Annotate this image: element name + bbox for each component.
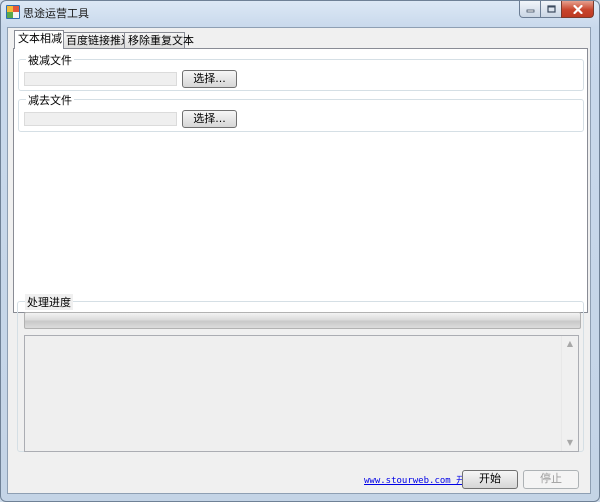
minimize-button[interactable] (519, 1, 541, 18)
close-button[interactable] (561, 1, 594, 18)
maximize-icon (546, 5, 556, 13)
tab-panel-text-subtract: 被减文件 选择... 减去文件 选择... (13, 48, 588, 313)
app-icon (6, 5, 20, 19)
minimize-icon (526, 9, 534, 13)
tab-baidu-link-push[interactable]: 百度链接推送 (62, 32, 132, 48)
scroll-down-icon[interactable]: ▼ (562, 435, 578, 451)
remove-file-path-field[interactable] (24, 112, 177, 126)
title-bar[interactable]: 思途运营工具 (1, 1, 599, 23)
progress-bar (24, 312, 581, 329)
remove-file-label: 减去文件 (26, 92, 74, 108)
log-scrollbar[interactable]: ▲ ▼ (561, 336, 578, 451)
start-button[interactable]: 开始 (462, 470, 518, 489)
remove-file-choose-button[interactable]: 选择... (182, 110, 237, 128)
tab-text-subtract[interactable]: 文本相减 (14, 30, 64, 49)
window-title: 思途运营工具 (23, 7, 89, 20)
maximize-button[interactable] (540, 1, 562, 18)
client-area: 文本相减 百度链接推送 移除重复文本 被减文件 选择... 减去文件 选择...… (7, 27, 591, 494)
app-window: 思途运营工具 文本相减 百度链接推送 移除重复文本 被减文件 选择... 减去文… (0, 0, 600, 502)
scroll-up-icon[interactable]: ▲ (562, 336, 578, 352)
close-icon (572, 4, 583, 14)
source-file-path-field[interactable] (24, 72, 177, 86)
progress-label: 处理进度 (25, 294, 73, 310)
source-file-group: 被减文件 选择... (18, 52, 584, 91)
tab-label: 文本相减 (18, 32, 62, 45)
remove-file-group: 减去文件 选择... (18, 92, 584, 132)
source-file-label: 被减文件 (26, 52, 74, 68)
developer-link[interactable]: www.stourweb.com 开发 (364, 473, 474, 486)
tab-remove-duplicates[interactable]: 移除重复文本 (124, 32, 194, 48)
log-text (25, 336, 561, 451)
tab-label: 移除重复文本 (128, 34, 194, 47)
stop-button[interactable]: 停止 (523, 470, 579, 489)
source-file-choose-button[interactable]: 选择... (182, 70, 237, 88)
tab-label: 百度链接推送 (66, 34, 132, 47)
progress-group: 处理进度 ▲ ▼ (17, 294, 584, 452)
log-textarea[interactable]: ▲ ▼ (24, 335, 579, 452)
